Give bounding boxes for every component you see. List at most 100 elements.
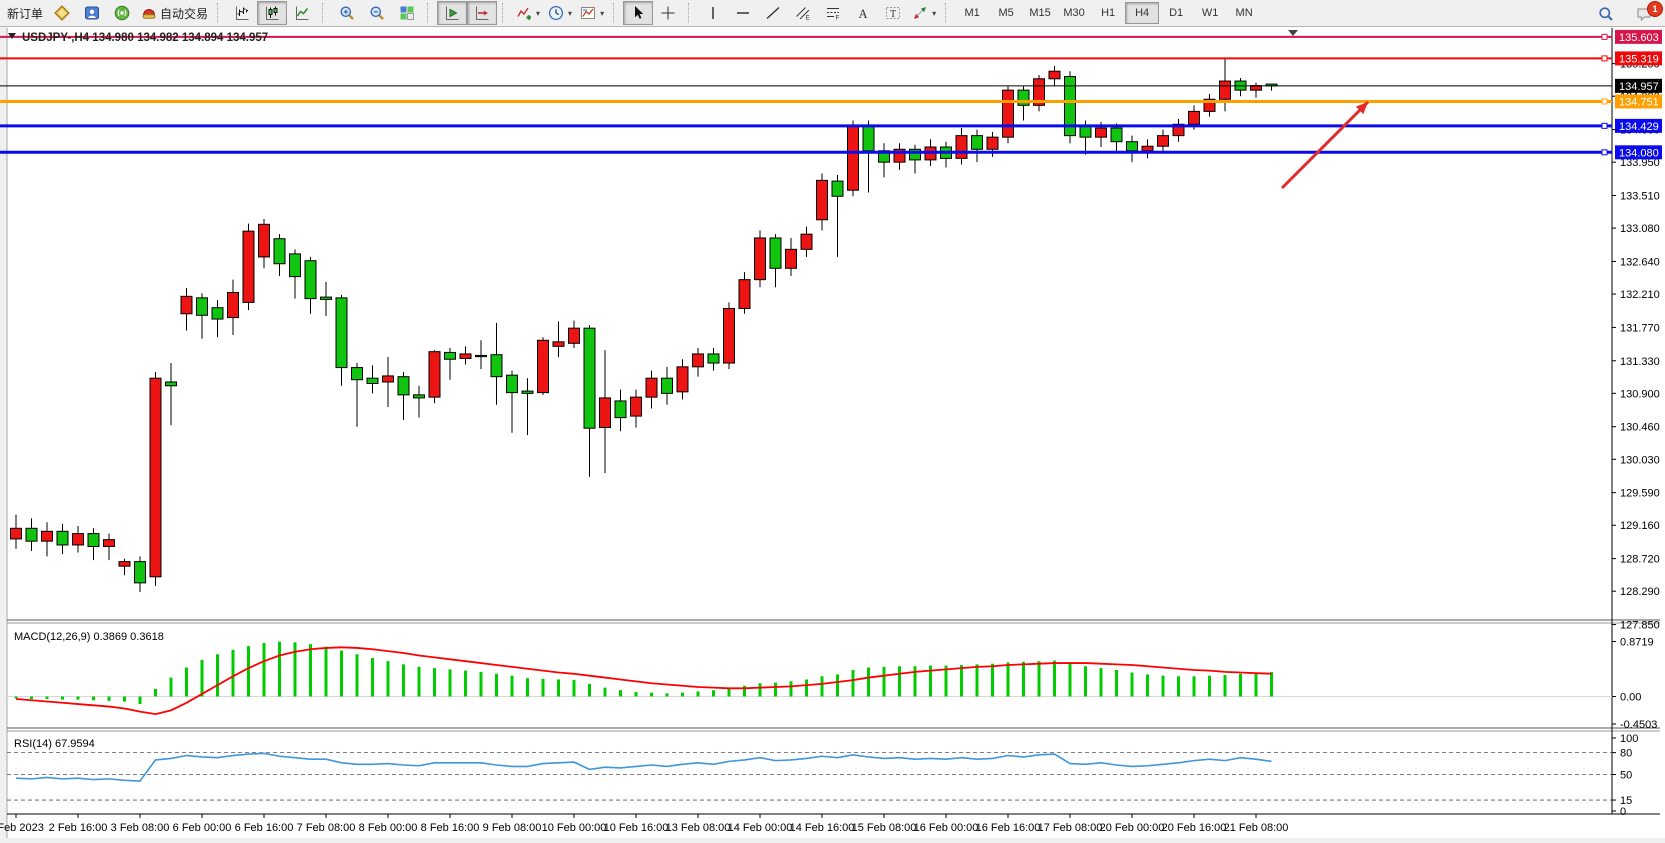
signals-button[interactable] — [107, 1, 137, 25]
candle-body — [584, 328, 595, 428]
dropdown-caret-icon[interactable]: ▾ — [568, 9, 572, 18]
profiles-button[interactable] — [77, 1, 107, 25]
timeframe-m30-button[interactable]: M30 — [1057, 2, 1091, 24]
timeframe-mn-button[interactable]: MN — [1227, 2, 1261, 24]
price-tick-label: 128.290 — [1620, 586, 1660, 598]
time-tick-label: 20 Feb 16:00 — [1162, 822, 1227, 834]
line-handle[interactable] — [1602, 150, 1607, 155]
line-chart-button[interactable] — [287, 1, 317, 25]
mql-community-button[interactable] — [47, 1, 77, 25]
candle-body — [1018, 90, 1029, 105]
toolbar-separator — [613, 3, 619, 23]
timeframe-w1-button[interactable]: W1 — [1193, 2, 1227, 24]
vline-icon — [705, 5, 721, 21]
candle-body — [1220, 81, 1231, 99]
price-tick-label: 131.770 — [1620, 322, 1660, 334]
timeframe-m15-button[interactable]: M15 — [1023, 2, 1057, 24]
periods-button[interactable]: ▾ — [544, 1, 576, 25]
candle-body — [755, 238, 766, 280]
line-handle[interactable] — [1602, 34, 1607, 39]
chart-shift-button[interactable] — [467, 1, 497, 25]
text-label-button[interactable]: T — [878, 1, 908, 25]
new-order-button[interactable]: 新订单 — [3, 1, 47, 25]
candle-body — [631, 397, 642, 416]
candle-body — [460, 354, 471, 359]
zoom-in-button[interactable] — [332, 1, 362, 25]
crosshair-button[interactable] — [653, 1, 683, 25]
timeframe-m1-button[interactable]: M1 — [955, 2, 989, 24]
window-left-border — [0, 27, 7, 843]
arrows-button[interactable]: ▾ — [908, 1, 940, 25]
timeframe-h4-button[interactable]: H4 — [1125, 2, 1159, 24]
text-button[interactable]: A — [848, 1, 878, 25]
svg-text:F: F — [836, 15, 840, 22]
new-order-label: 新订单 — [7, 5, 43, 22]
candle-body — [832, 181, 843, 196]
line-handle[interactable] — [1602, 123, 1607, 128]
time-tick-label: 6 Feb 16:00 — [235, 822, 294, 834]
hline-price-label: 134.429 — [1615, 119, 1662, 133]
line-handle[interactable] — [1602, 99, 1607, 104]
candle-body — [987, 137, 998, 149]
profile-icon — [84, 5, 100, 21]
autotrade-icon — [141, 5, 157, 21]
price-tick-label: 133.510 — [1620, 191, 1660, 203]
time-tick-label: 8 Feb 00:00 — [359, 822, 418, 834]
candle-body — [383, 376, 394, 382]
candle-body — [600, 398, 611, 428]
indicators-button[interactable]: ▾ — [512, 1, 544, 25]
time-tick-label: 21 Feb 08:00 — [1224, 822, 1289, 834]
timeframe-d1-button[interactable]: D1 — [1159, 2, 1193, 24]
bar-chart-button[interactable] — [227, 1, 257, 25]
templates-button[interactable]: ▾ — [576, 1, 608, 25]
trendline-button[interactable] — [758, 1, 788, 25]
auto-scroll-button[interactable] — [437, 1, 467, 25]
hline-label-text: 134.751 — [1619, 96, 1659, 108]
candles-icon — [264, 5, 280, 21]
timeframe-h1-button[interactable]: H1 — [1091, 2, 1125, 24]
svg-text:T: T — [890, 9, 896, 20]
dropdown-caret-icon[interactable]: ▾ — [600, 9, 604, 18]
candle-body — [693, 354, 704, 367]
cursor-button[interactable] — [623, 1, 653, 25]
timeframe-m5-button[interactable]: M5 — [989, 2, 1023, 24]
price-tick-label: 133.080 — [1620, 223, 1660, 235]
toolbar-separator — [217, 3, 223, 23]
rsi-label: RSI(14) 67.9594 — [14, 738, 95, 750]
price-tick-label: 132.640 — [1620, 256, 1660, 268]
notifications-button[interactable]: 1 — [1629, 3, 1659, 25]
candle-body — [228, 293, 239, 318]
price-tick-label: 130.900 — [1620, 388, 1660, 400]
time-tick-label: 16 Feb 00:00 — [914, 822, 979, 834]
dropdown-caret-icon[interactable]: ▾ — [932, 9, 936, 18]
rsi-tick-label: 80 — [1620, 748, 1632, 760]
window-bottom-strip — [0, 838, 1665, 843]
candle-body — [73, 534, 84, 545]
candle-body — [259, 224, 270, 257]
time-tick-label: 9 Feb 08:00 — [483, 822, 542, 834]
vertical-line-button[interactable] — [698, 1, 728, 25]
time-tick-label: 6 Feb 00:00 — [173, 822, 232, 834]
candle-body — [1142, 146, 1153, 151]
cursor-icon — [630, 5, 646, 21]
search-button[interactable] — [1591, 2, 1621, 26]
candle-body — [863, 125, 874, 151]
fibo-icon: F — [825, 5, 841, 21]
indicators-icon — [516, 5, 532, 21]
candle-body — [57, 531, 68, 545]
gold-diamond-icon — [54, 5, 70, 21]
candle-chart-button[interactable] — [257, 1, 287, 25]
equidistant-channel-button[interactable]: E — [788, 1, 818, 25]
candle-body — [1003, 90, 1014, 137]
candle-body — [429, 352, 440, 397]
fibonacci-button[interactable]: F — [818, 1, 848, 25]
candle-body — [212, 308, 223, 319]
toolbar-separator — [945, 3, 951, 23]
auto-trading-button[interactable]: 自动交易 — [137, 1, 212, 25]
candle-body — [507, 375, 518, 392]
horizontal-line-button[interactable] — [728, 1, 758, 25]
dropdown-caret-icon[interactable]: ▾ — [536, 9, 540, 18]
zoom-out-button[interactable] — [362, 1, 392, 25]
tile-windows-button[interactable] — [392, 1, 422, 25]
line-handle[interactable] — [1602, 56, 1607, 61]
